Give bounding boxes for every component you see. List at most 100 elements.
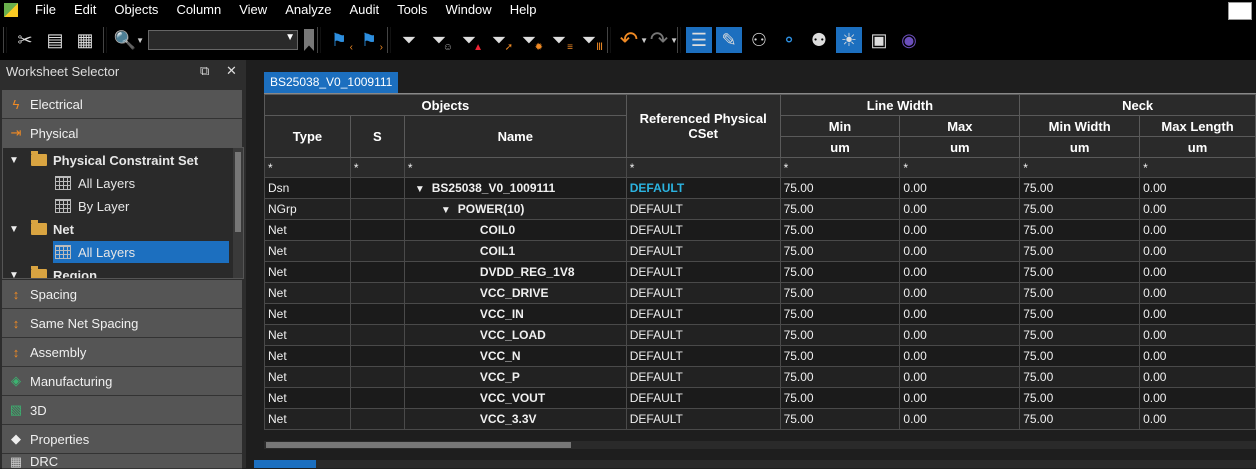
- cell-lw-min[interactable]: 75.00: [779, 408, 901, 430]
- cell-name[interactable]: VCC_P: [403, 366, 627, 388]
- cell-lw-max[interactable]: 0.00: [899, 198, 1021, 220]
- cell-neck-len[interactable]: 0.00: [1139, 387, 1256, 409]
- tree-scrollbar[interactable]: [233, 148, 243, 278]
- cell-lw-min[interactable]: 75.00: [779, 324, 901, 346]
- filter-cell[interactable]: *: [625, 157, 781, 178]
- cell-lw-max[interactable]: 0.00: [899, 240, 1021, 262]
- table-row[interactable]: Net DVDD_REG_1V8 DEFAULT 75.00 0.00 75.00 0.00: [264, 261, 1256, 283]
- cell-neck-min[interactable]: 75.00: [1019, 408, 1141, 430]
- cell-s[interactable]: [349, 366, 405, 388]
- header-type[interactable]: Type: [264, 115, 351, 158]
- undo-icon[interactable]: ↶ ▼: [616, 27, 648, 53]
- header-name[interactable]: Name: [403, 115, 627, 158]
- cell-name[interactable]: VCC_3.3V: [403, 408, 627, 430]
- cell-lw-min[interactable]: 75.00: [779, 219, 901, 241]
- filter-cell[interactable]: *: [264, 157, 351, 178]
- cell-neck-min[interactable]: 75.00: [1019, 366, 1141, 388]
- cell-s[interactable]: [349, 324, 405, 346]
- filter-cell[interactable]: *: [403, 157, 627, 178]
- cell-lw-max[interactable]: 0.00: [899, 387, 1021, 409]
- tree-item-net-all-layers[interactable]: All Layers: [53, 241, 229, 263]
- toggle-off-icon[interactable]: ⚉: [806, 27, 832, 53]
- close-icon[interactable]: ✕: [226, 63, 237, 79]
- cell-s[interactable]: [349, 177, 405, 199]
- header-referenced-physical-cset[interactable]: Referenced Physical CSet: [625, 94, 781, 158]
- report-icon[interactable]: ▣: [866, 27, 892, 53]
- menu-tools[interactable]: Tools: [388, 0, 436, 20]
- filter-columns-icon[interactable]: ⏷ Ⅲ: [576, 27, 603, 54]
- cell-s[interactable]: [349, 387, 405, 409]
- cell-cset[interactable]: DEFAULT: [625, 324, 781, 346]
- filter-cell[interactable]: *: [899, 157, 1021, 178]
- header-neck-min-width[interactable]: Min Width: [1019, 115, 1141, 137]
- scissors-icon[interactable]: ✂: [12, 27, 38, 53]
- expand-triangle-icon[interactable]: ▼: [9, 155, 23, 166]
- tree-item-region[interactable]: ▼ Region: [9, 264, 97, 279]
- window-control-button[interactable]: [1228, 2, 1252, 20]
- menu-window[interactable]: Window: [436, 0, 500, 20]
- cell-neck-min[interactable]: 75.00: [1019, 387, 1141, 409]
- table-row[interactable]: Net COIL0 DEFAULT 75.00 0.00 75.00 0.00: [264, 219, 1256, 241]
- expand-triangle-icon[interactable]: ▼: [441, 205, 451, 216]
- cell-cset[interactable]: DEFAULT: [625, 366, 781, 388]
- table-row[interactable]: Net VCC_LOAD DEFAULT 75.00 0.00 75.00 0.00: [264, 324, 1256, 346]
- expand-triangle-icon[interactable]: ▼: [9, 224, 23, 235]
- settings-sun-icon[interactable]: ☀: [836, 27, 862, 53]
- cell-lw-max[interactable]: 0.00: [899, 324, 1021, 346]
- paste-icon[interactable]: ▦: [72, 27, 98, 53]
- cell-cset[interactable]: DEFAULT: [625, 345, 781, 367]
- cell-cset[interactable]: DEFAULT: [625, 177, 781, 199]
- cell-s[interactable]: [349, 408, 405, 430]
- cell-lw-max[interactable]: 0.00: [899, 282, 1021, 304]
- cell-name[interactable]: VCC_VOUT: [403, 387, 627, 409]
- menu-help[interactable]: Help: [501, 0, 546, 20]
- menu-column[interactable]: Column: [167, 0, 230, 20]
- cell-type[interactable]: Net: [264, 282, 351, 304]
- menu-edit[interactable]: Edit: [65, 0, 105, 20]
- copy-icon[interactable]: ▤: [42, 27, 68, 53]
- menu-analyze[interactable]: Analyze: [276, 0, 340, 20]
- category-assembly[interactable]: ↕ Assembly: [2, 338, 242, 367]
- tree-item-net[interactable]: ▼ Net: [9, 218, 74, 240]
- cell-lw-min[interactable]: 75.00: [779, 198, 901, 220]
- cell-lw-max[interactable]: 0.00: [899, 303, 1021, 325]
- cell-lw-max[interactable]: 0.00: [899, 261, 1021, 283]
- tree-item-by-layer[interactable]: By Layer: [55, 195, 129, 217]
- float-panel-icon[interactable]: ⧉: [200, 63, 209, 79]
- cell-neck-len[interactable]: 0.00: [1139, 198, 1256, 220]
- cell-type[interactable]: Net: [264, 345, 351, 367]
- cell-lw-max[interactable]: 0.00: [899, 177, 1021, 199]
- filter-arrow-icon[interactable]: ⏷ ➚: [486, 27, 513, 54]
- category-physical[interactable]: ⇥ Physical: [2, 119, 242, 148]
- cell-neck-len[interactable]: 0.00: [1139, 408, 1256, 430]
- header-line-width-max[interactable]: Max: [899, 115, 1021, 137]
- cell-neck-len[interactable]: 0.00: [1139, 261, 1256, 283]
- cell-neck-len[interactable]: 0.00: [1139, 240, 1256, 262]
- cell-cset[interactable]: DEFAULT: [625, 303, 781, 325]
- cell-name[interactable]: ▼ POWER(10): [403, 198, 627, 220]
- cell-lw-min[interactable]: 75.00: [779, 345, 901, 367]
- cell-neck-min[interactable]: 75.00: [1019, 303, 1141, 325]
- cell-lw-min[interactable]: 75.00: [779, 240, 901, 262]
- header-s[interactable]: S: [349, 115, 405, 158]
- cell-lw-min[interactable]: 75.00: [779, 177, 901, 199]
- filter-icon[interactable]: ⏷: [396, 27, 422, 53]
- cell-cset[interactable]: DEFAULT: [625, 240, 781, 262]
- cell-neck-len[interactable]: 0.00: [1139, 282, 1256, 304]
- cell-s[interactable]: [349, 345, 405, 367]
- cell-name[interactable]: VCC_LOAD: [403, 324, 627, 346]
- cell-s[interactable]: [349, 282, 405, 304]
- cell-neck-min[interactable]: 75.00: [1019, 324, 1141, 346]
- filter-cell[interactable]: *: [1139, 157, 1256, 178]
- cell-s[interactable]: [349, 261, 405, 283]
- cell-neck-min[interactable]: 75.00: [1019, 177, 1141, 199]
- table-row[interactable]: Net VCC_VOUT DEFAULT 75.00 0.00 75.00 0.00: [264, 387, 1256, 409]
- table-row[interactable]: Net VCC_DRIVE DEFAULT 75.00 0.00 75.00 0.00: [264, 282, 1256, 304]
- expand-triangle-icon[interactable]: ▼: [9, 270, 23, 279]
- category-drc[interactable]: ▦ DRC: [2, 454, 242, 469]
- cell-lw-max[interactable]: 0.00: [899, 408, 1021, 430]
- bookmark-icon[interactable]: [304, 29, 314, 51]
- cell-name[interactable]: DVDD_REG_1V8: [403, 261, 627, 283]
- menu-audit[interactable]: Audit: [340, 0, 388, 20]
- cell-cset[interactable]: DEFAULT: [625, 219, 781, 241]
